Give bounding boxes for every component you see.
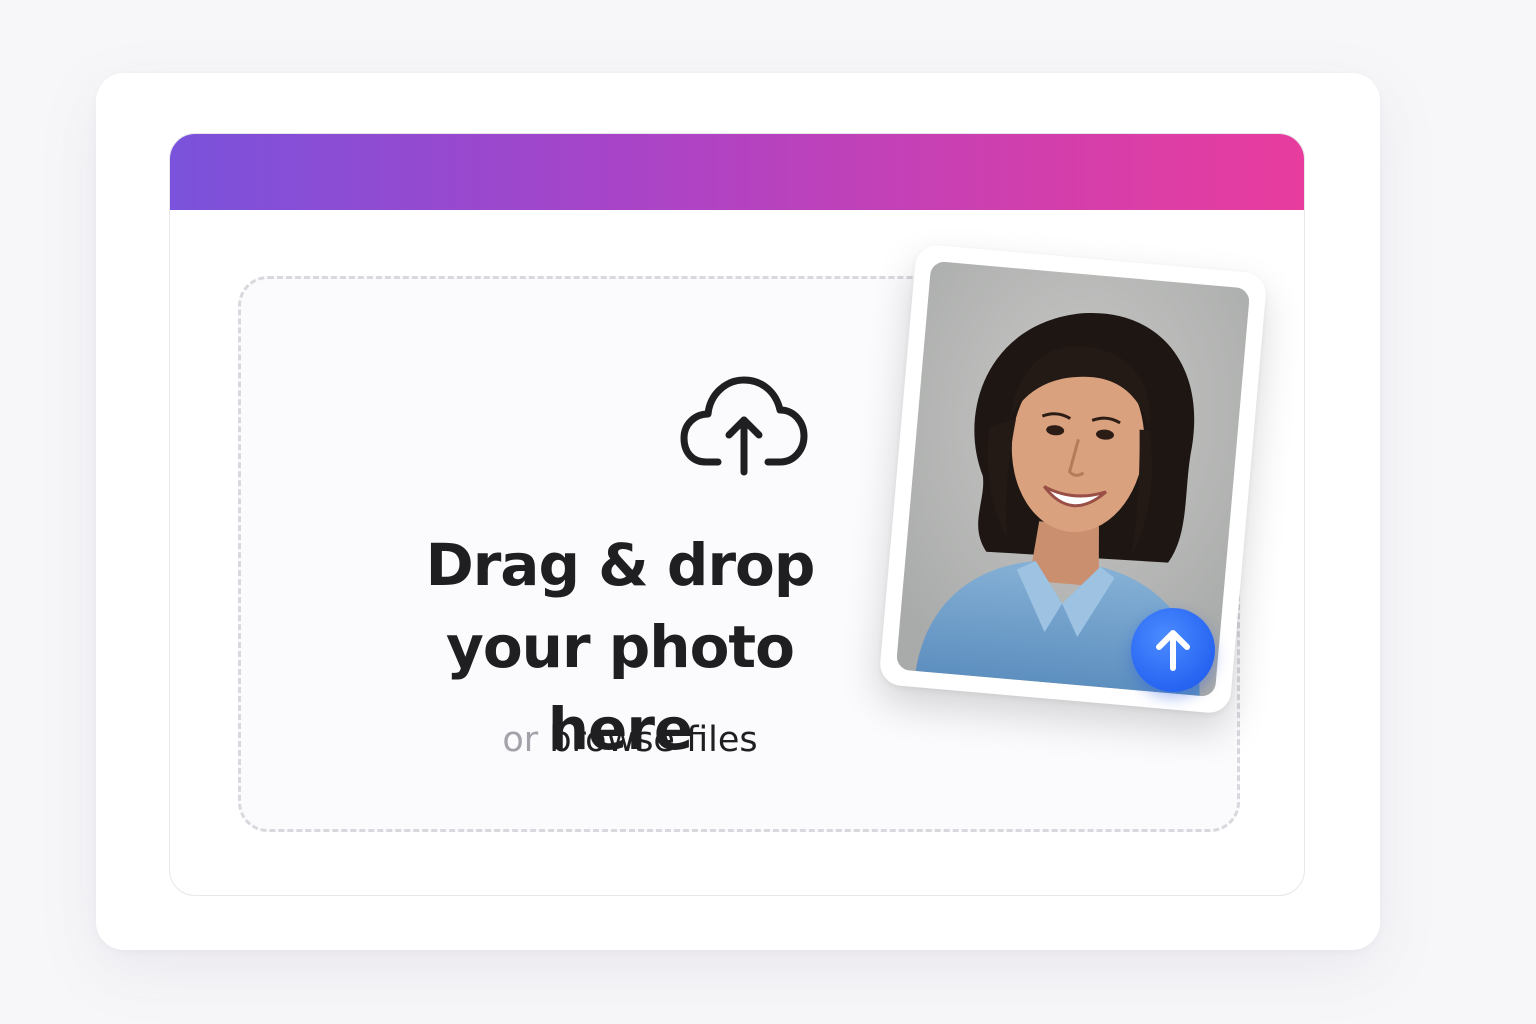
page: Drag & drop your photo here or browse fi… [0, 0, 1536, 1024]
cloud-upload-icon [680, 376, 808, 476]
gradient-header [170, 134, 1304, 210]
headline-line-1: Drag & drop [425, 531, 816, 599]
browse-prefix: or [502, 720, 539, 760]
browse-files-link[interactable]: browse files [549, 720, 757, 760]
browse-line: or browse files [380, 716, 880, 764]
upload-badge-button[interactable] [1131, 608, 1215, 692]
arrow-up-icon [1156, 630, 1190, 671]
